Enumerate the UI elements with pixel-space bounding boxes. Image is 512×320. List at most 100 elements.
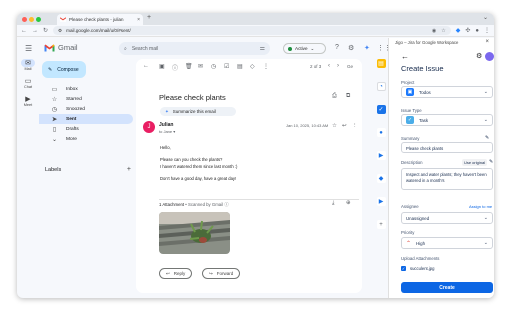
summarize-button[interactable]: ✦ Summarize this email xyxy=(160,107,236,116)
project-select[interactable]: ▣ Todos ⌄ xyxy=(401,86,493,98)
prev-icon[interactable]: ‹ xyxy=(328,63,330,69)
reply-button[interactable]: ↩ Reply xyxy=(159,268,193,279)
nav-item-sent[interactable]: ➤ Sent xyxy=(39,114,133,124)
priority-select[interactable]: ⌃ High ⌄ xyxy=(401,237,493,249)
user-avatar[interactable] xyxy=(485,52,494,61)
extension-icon[interactable]: ◆ xyxy=(456,27,461,34)
rail-item-meet[interactable]: ▶ Meet xyxy=(17,95,39,107)
close-window-button[interactable] xyxy=(22,16,27,22)
rail-item-chat[interactable]: ▭ Chat xyxy=(17,77,39,89)
draft-icon: ▯ xyxy=(52,126,57,133)
url-bar[interactable]: ⚙ mail.google.com/mail/u/0/#sent/ ◉ ☆ xyxy=(53,26,451,35)
assignee-label: Assignee xyxy=(401,204,419,209)
info-icon[interactable]: ⓘ xyxy=(224,202,228,207)
chevron-down-icon: ⌄ xyxy=(483,117,488,123)
search-options-icon[interactable]: ⚌ xyxy=(260,45,265,52)
assignee-select[interactable]: Unassigned ⌄ xyxy=(401,212,493,224)
maximize-window-button[interactable] xyxy=(36,16,41,22)
star-icon[interactable]: ☆ xyxy=(332,123,337,129)
rail-item-mail[interactable]: ✉ Mail xyxy=(17,59,39,71)
nav-item-more[interactable]: ⌄ More xyxy=(39,134,133,144)
add-to-drive-icon[interactable]: ⊕ xyxy=(346,200,351,206)
get-addons-icon[interactable]: + xyxy=(376,220,386,229)
more-vert-icon[interactable]: ⋮ xyxy=(263,63,269,70)
create-button[interactable]: Create xyxy=(401,282,493,293)
attachment-checkbox[interactable]: ✓ succulent.jpg xyxy=(401,266,434,271)
gemini-sparkle-icon[interactable]: ✦ xyxy=(364,44,370,52)
ai-rewrite-icon[interactable]: ✎ xyxy=(489,159,493,165)
report-spam-icon[interactable]: ⓘ xyxy=(172,63,178,72)
minimize-window-button[interactable] xyxy=(29,16,34,22)
browser-profile-icon[interactable]: ● xyxy=(475,28,479,34)
language-badge[interactable]: Ge xyxy=(347,64,353,69)
nav-item-inbox[interactable]: ▭ Inbox xyxy=(39,84,133,94)
gmail-logo[interactable]: Gmail xyxy=(44,43,78,52)
nav-item-starred[interactable]: ☆ Starred xyxy=(39,94,133,104)
address-toolbar: ← → ↻ ⚙ mail.google.com/mail/u/0/#sent/ … xyxy=(17,25,494,37)
summary-label: Summary xyxy=(401,136,420,141)
site-info-icon[interactable]: ⚙ xyxy=(58,28,62,34)
forward-button[interactable]: ↪ Forward xyxy=(202,268,241,279)
compose-button[interactable]: ✎ Compose xyxy=(42,61,86,78)
main-menu-icon[interactable]: ☰ xyxy=(25,44,32,53)
download-all-icon[interactable]: ⤓ xyxy=(332,200,334,207)
status-selector[interactable]: Active ⌄ xyxy=(283,43,326,54)
tab-list-chevron-icon[interactable]: ⌄ xyxy=(483,14,488,21)
contacts-addon-icon[interactable]: ● xyxy=(376,128,386,137)
nav-label: Sent xyxy=(66,116,77,122)
jira-addon-icon[interactable]: ◆ xyxy=(376,174,386,183)
add-label-icon[interactable]: + xyxy=(127,166,131,173)
eye-off-icon[interactable]: ◉ xyxy=(432,28,436,34)
browser-tab[interactable]: Please check plants - julian × xyxy=(57,14,143,25)
reply-icon[interactable]: ↩ xyxy=(342,123,347,129)
search-icon[interactable]: ⌕ xyxy=(124,46,127,52)
next-icon[interactable]: › xyxy=(337,63,339,69)
back-icon[interactable]: ← xyxy=(21,28,27,34)
add-task-icon[interactable]: ☑ xyxy=(224,63,229,70)
use-original-button[interactable]: Use original xyxy=(462,159,487,166)
assign-to-me-link[interactable]: Assign to me xyxy=(469,204,492,209)
back-arrow-icon[interactable]: ← xyxy=(401,52,409,61)
nav-item-snoozed[interactable]: ◷ Snoozed xyxy=(39,104,133,114)
nav-item-drafts[interactable]: ▯ Drafts xyxy=(39,124,133,134)
move-to-icon[interactable]: ▤ xyxy=(237,63,243,70)
help-icon[interactable]: ? xyxy=(335,44,339,51)
summarize-label: Summarize this email xyxy=(172,109,216,114)
ai-rewrite-icon[interactable]: ✎ xyxy=(485,135,489,141)
keep-addon-icon[interactable]: ◔ xyxy=(376,82,386,91)
extensions-puzzle-icon[interactable]: ✣ xyxy=(465,27,470,34)
archive-icon[interactable]: ▣ xyxy=(159,63,165,70)
delete-icon[interactable]: 🗑 xyxy=(185,63,193,70)
summary-field[interactable]: Please check plants xyxy=(401,142,493,153)
chevron-down-icon: ⌄ xyxy=(51,136,58,143)
open-new-window-icon[interactable]: ⧉ xyxy=(346,93,350,100)
more-vert-icon[interactable]: ⋮ xyxy=(352,123,358,129)
issue-type-select[interactable]: ✓ Task ⌄ xyxy=(401,114,493,126)
reload-icon[interactable]: ↻ xyxy=(43,27,48,34)
tab-close-icon[interactable]: × xyxy=(137,17,140,23)
zoom-addon-icon[interactable]: ▶ xyxy=(376,197,386,206)
close-panel-icon[interactable]: × xyxy=(485,39,489,45)
star-icon: ☆ xyxy=(51,96,58,103)
bookmark-star-icon[interactable]: ☆ xyxy=(441,28,445,34)
rail-label: Mail xyxy=(24,67,32,71)
meet-addon-icon[interactable]: ▶ xyxy=(376,151,386,160)
browser-menu-icon[interactable]: ⋮ xyxy=(484,27,490,34)
settings-gear-icon[interactable]: ⚙ xyxy=(348,44,354,52)
plant-photo-image xyxy=(159,212,230,254)
calendar-addon-icon[interactable]: ▤ xyxy=(376,59,386,68)
search-input[interactable]: ⌕ Search mail ⚌ xyxy=(119,42,270,55)
new-tab-button[interactable]: + xyxy=(147,14,151,21)
meet-icon: ▶ xyxy=(25,96,31,103)
back-arrow-icon[interactable]: ← xyxy=(143,63,149,69)
recipient-line[interactable]: to Jane ▾ xyxy=(159,129,175,134)
snooze-icon[interactable]: ◷ xyxy=(211,63,216,70)
forward-icon[interactable]: → xyxy=(32,28,38,34)
label-icon[interactable]: ◇ xyxy=(250,63,255,70)
tasks-addon-icon[interactable]: ✓ xyxy=(376,105,386,114)
settings-gear-icon[interactable]: ⚙ xyxy=(476,52,482,60)
attachment-thumbnail[interactable] xyxy=(159,212,230,254)
mark-unread-icon[interactable]: ✉ xyxy=(198,63,203,70)
description-field[interactable]: Inspect and water plants; they haven't b… xyxy=(401,168,493,190)
print-icon[interactable]: ⎙ xyxy=(332,93,337,100)
